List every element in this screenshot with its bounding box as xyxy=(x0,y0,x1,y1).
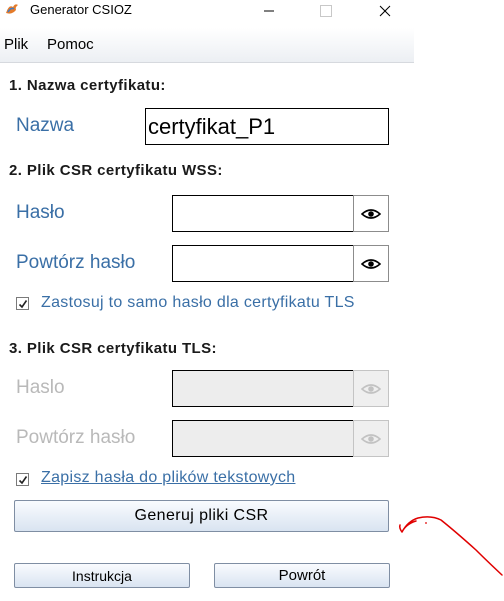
tls-repeat-password-field xyxy=(172,420,354,457)
close-icon xyxy=(379,5,391,17)
generate-csr-button-label: Generuj pliki CSR xyxy=(134,507,269,524)
minimize-button[interactable] xyxy=(246,0,292,22)
name-input[interactable] xyxy=(146,109,388,144)
instructions-button[interactable]: Instrukcja xyxy=(14,563,190,588)
minimize-icon xyxy=(264,10,274,12)
close-button[interactable] xyxy=(362,0,408,22)
wss-repeat-password-label: Powtórz hasło xyxy=(16,252,136,273)
checkmark-icon xyxy=(18,475,27,484)
tls-repeat-password-input xyxy=(173,421,353,456)
tls-password-label: Haslo xyxy=(16,377,65,398)
section-tls-heading: 3. Plik CSR certyfikatu TLS: xyxy=(9,340,217,357)
eye-icon xyxy=(361,208,381,219)
main-window: Generator CSIOZ Plik Pomoc 1. Nazwa cert… xyxy=(0,0,414,601)
wss-show-repeat-password-button[interactable] xyxy=(353,245,389,282)
title-bar: Generator CSIOZ xyxy=(0,0,414,24)
tls-show-repeat-password-button xyxy=(353,420,389,457)
wss-password-field[interactable] xyxy=(172,195,354,232)
tls-show-password-button xyxy=(353,370,389,407)
eye-icon xyxy=(361,258,381,269)
tls-password-field xyxy=(172,370,354,407)
eye-icon xyxy=(361,433,381,444)
wss-repeat-password-field[interactable] xyxy=(172,245,354,282)
eye-icon xyxy=(361,383,381,394)
section-certificate-name-heading: 1. Nazwa certyfikatu: xyxy=(9,77,166,94)
wss-password-input[interactable] xyxy=(173,196,353,231)
menu-pomoc[interactable]: Pomoc xyxy=(47,36,94,53)
wss-repeat-password-input[interactable] xyxy=(173,246,353,281)
menu-bar: Plik Pomoc xyxy=(0,28,414,63)
maximize-button[interactable] xyxy=(303,0,349,22)
name-field[interactable] xyxy=(145,108,389,145)
section-wss-heading: 2. Plik CSR certyfikatu WSS: xyxy=(9,162,223,179)
same-password-checkbox-label[interactable]: Zastosuj to samo hasło dla certyfikatu T… xyxy=(41,294,355,312)
tls-password-input xyxy=(173,371,353,406)
wss-password-label: Hasło xyxy=(16,202,65,223)
tls-repeat-password-label: Powtórz hasło xyxy=(16,427,136,448)
back-button[interactable]: Powrót xyxy=(214,563,390,588)
checkmark-icon xyxy=(18,299,27,308)
save-passwords-checkbox-label[interactable]: Zapisz hasła do plików tekstowych xyxy=(41,469,295,487)
instructions-button-label: Instrukcja xyxy=(72,567,132,584)
wss-show-password-button[interactable] xyxy=(353,195,389,232)
app-icon xyxy=(6,4,18,14)
menu-plik[interactable]: Plik xyxy=(4,36,28,53)
name-label: Nazwa xyxy=(16,115,75,136)
same-password-checkbox[interactable] xyxy=(16,297,29,310)
red-annotation-arrow xyxy=(399,516,503,576)
save-passwords-checkbox[interactable] xyxy=(16,473,29,486)
window-title: Generator CSIOZ xyxy=(30,2,132,17)
generate-csr-button[interactable]: Generuj pliki CSR xyxy=(14,500,389,532)
maximize-icon xyxy=(320,5,332,17)
back-button-label: Powrót xyxy=(278,567,326,584)
